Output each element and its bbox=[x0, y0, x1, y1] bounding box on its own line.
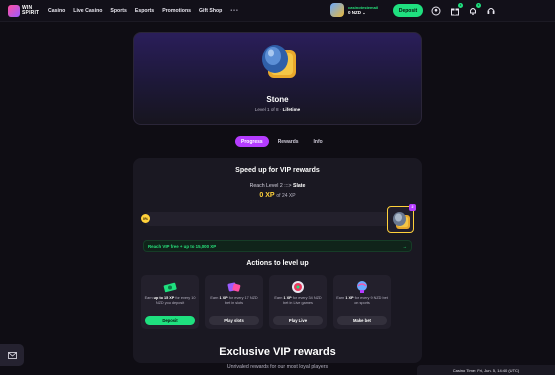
card-text-bold: 1 XP bbox=[345, 296, 354, 300]
card-text-bold: up to 15 XP bbox=[153, 296, 175, 300]
logo-text: WIN SPIRIT bbox=[22, 4, 40, 16]
card-text-post: for every 17 NZD bet in slots bbox=[224, 296, 258, 305]
site-logo[interactable]: WIN SPIRIT bbox=[8, 4, 40, 17]
action-card-deposit: Earn up to 15 XP for every 10 NZD you de… bbox=[141, 275, 199, 329]
card-text-bold: 1 XP bbox=[283, 296, 292, 300]
more-menu-icon[interactable]: ••• bbox=[230, 8, 238, 14]
cash-icon bbox=[163, 282, 177, 293]
exclusive-title: Exclusive VIP rewards bbox=[219, 346, 336, 358]
progress-title: Speed up for VIP rewards bbox=[235, 167, 320, 174]
action-card-live: Earn 1 XP for every 34 NZD bet in Live g… bbox=[269, 275, 327, 329]
avatar bbox=[330, 3, 344, 17]
xp-text: 0 XP of 24 XP bbox=[133, 192, 422, 199]
xp-of: of 24 XP bbox=[276, 193, 296, 199]
reach-level-text: Reach Level 2 :::> Slate bbox=[133, 183, 422, 189]
gift-icon[interactable]: 1 bbox=[450, 3, 463, 16]
progress-percent: 0% bbox=[141, 214, 150, 223]
xp-progress-bar: 0% bbox=[141, 212, 393, 226]
tab-rewards[interactable]: Rewards bbox=[272, 136, 305, 147]
nav-casino[interactable]: Casino bbox=[48, 8, 65, 14]
bell-icon[interactable]: 3 bbox=[468, 3, 481, 16]
xp-value: 0 XP bbox=[259, 192, 275, 199]
action-card-slots: Earn 1 XP for every 17 NZD bet in slots … bbox=[205, 275, 263, 329]
action-card-sports: Earn 1 XP for every 9 NZD bet on sports … bbox=[333, 275, 391, 329]
slate-level-icon bbox=[393, 212, 410, 229]
nav-gift-shop[interactable]: Gift Shop bbox=[199, 8, 222, 14]
actions-title: Actions to level up bbox=[246, 260, 309, 267]
main-nav: Casino Live Casino Sports Esports Promot… bbox=[48, 8, 239, 14]
user-circle-icon[interactable] bbox=[431, 6, 441, 16]
nav-sports[interactable]: Sports bbox=[110, 8, 126, 14]
action-cards: Earn up to 15 XP for every 10 NZD you de… bbox=[141, 275, 391, 329]
vip-promo-banner[interactable]: Reach VIP free + up to 15,000 XP → bbox=[143, 240, 412, 252]
card-text-post: for every 9 NZD bet on sports bbox=[353, 296, 388, 305]
sports-ball-icon bbox=[357, 281, 367, 293]
mail-icon[interactable] bbox=[0, 344, 24, 366]
reach-arrows-icon: :::> bbox=[284, 183, 292, 189]
gift-badge: 1 bbox=[458, 3, 463, 8]
stone-level-icon bbox=[262, 45, 296, 78]
header-deposit-button[interactable]: Deposit bbox=[393, 4, 423, 17]
bell-badge: 3 bbox=[476, 3, 481, 8]
play-slots-button[interactable]: Play slots bbox=[209, 316, 259, 325]
headset-icon[interactable] bbox=[486, 6, 496, 16]
casino-time: Casino Time: Fri, Jun. 5, 14:40 (UTC) bbox=[417, 365, 555, 375]
play-live-button[interactable]: Play Live bbox=[273, 316, 323, 325]
vip-tabs: Progress Rewards Info bbox=[235, 136, 329, 147]
next-level-icon: 2 bbox=[387, 204, 416, 233]
tab-info[interactable]: Info bbox=[308, 136, 329, 147]
card-text-pre: Earn bbox=[336, 296, 346, 300]
progress-panel: Speed up for VIP rewards Reach Level 2 :… bbox=[133, 158, 422, 363]
next-level-number: 2 bbox=[409, 204, 416, 211]
vip-level-card: Stone Level 1 of 8 · Lifetime bbox=[133, 32, 422, 125]
logo-mark-icon bbox=[8, 4, 20, 17]
nav-esports[interactable]: Esports bbox=[135, 8, 154, 14]
roulette-icon bbox=[292, 281, 304, 293]
arrow-right-icon: → bbox=[402, 243, 407, 249]
user-profile[interactable]: casinotestemail 0 NZD ⌄ bbox=[330, 3, 378, 17]
level-text: Level 1 of 8 · bbox=[254, 107, 283, 112]
level-progress-text: Level 1 of 8 · Lifetime bbox=[134, 107, 421, 112]
make-bet-button[interactable]: Make bet bbox=[337, 316, 387, 325]
card-text-bold: 1 XP bbox=[219, 296, 228, 300]
dice-icon bbox=[227, 282, 241, 292]
tab-progress[interactable]: Progress bbox=[235, 136, 269, 147]
promo-text: Reach VIP free + up to 15,000 XP bbox=[148, 243, 217, 249]
nav-live-casino[interactable]: Live Casino bbox=[73, 8, 102, 14]
reach-prefix: Reach Level 2 bbox=[249, 183, 283, 189]
reach-target: Slate bbox=[293, 183, 306, 189]
level-name: Stone bbox=[266, 95, 289, 104]
card-text-pre: Earn bbox=[144, 296, 154, 300]
nav-promotions[interactable]: Promotions bbox=[162, 8, 191, 14]
level-suffix: Lifetime bbox=[282, 107, 301, 112]
chevron-down-icon: ⌄ bbox=[362, 10, 366, 15]
balance: 0 NZD bbox=[348, 10, 362, 15]
deposit-button[interactable]: Deposit bbox=[145, 316, 195, 325]
